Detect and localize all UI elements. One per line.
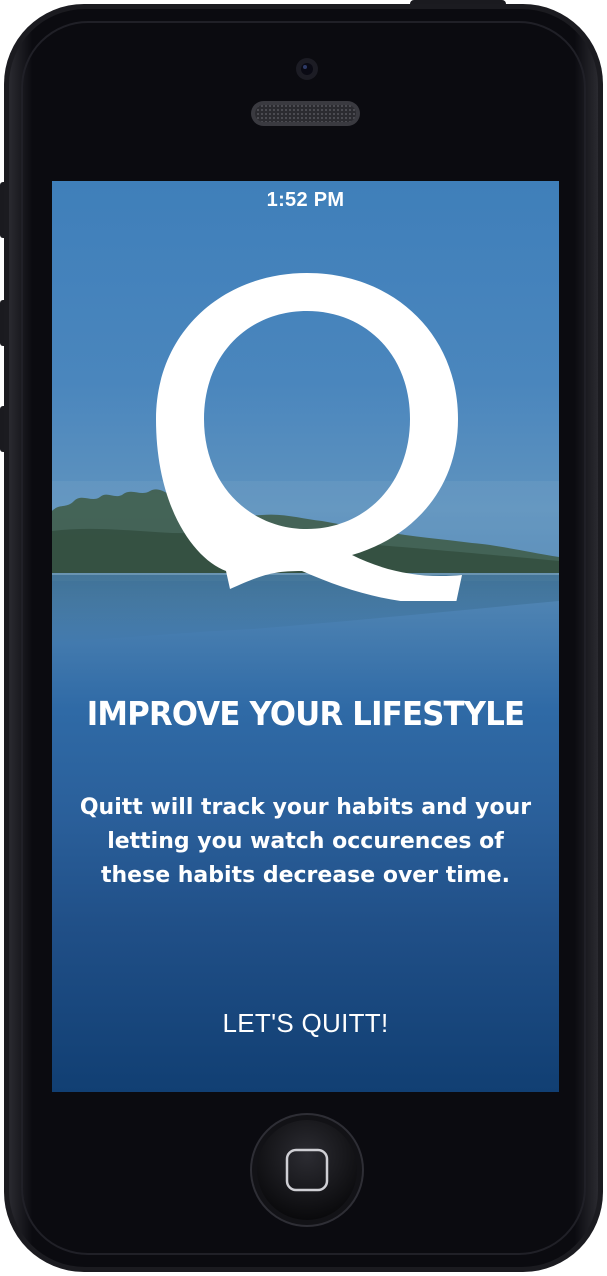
headline: IMPROVE YOUR LIFESTYLE	[86, 694, 525, 733]
quitt-logo-q-icon	[156, 273, 462, 601]
description-line: these habits decrease over time.	[101, 863, 510, 888]
description-text: Quitt will track your habits and your le…	[64, 791, 547, 893]
description-line: Quitt will track your habits and your	[79, 795, 532, 820]
status-bar-time: 1:52 PM	[266, 189, 345, 211]
lets-quitt-button[interactable]: LET'S QUITT!	[172, 997, 439, 1049]
description-line: letting you watch occurences of	[107, 829, 504, 854]
app-screen: 1:52 PM IMPROVE YOUR LIFESTYLE Quitt wil…	[52, 181, 559, 1092]
